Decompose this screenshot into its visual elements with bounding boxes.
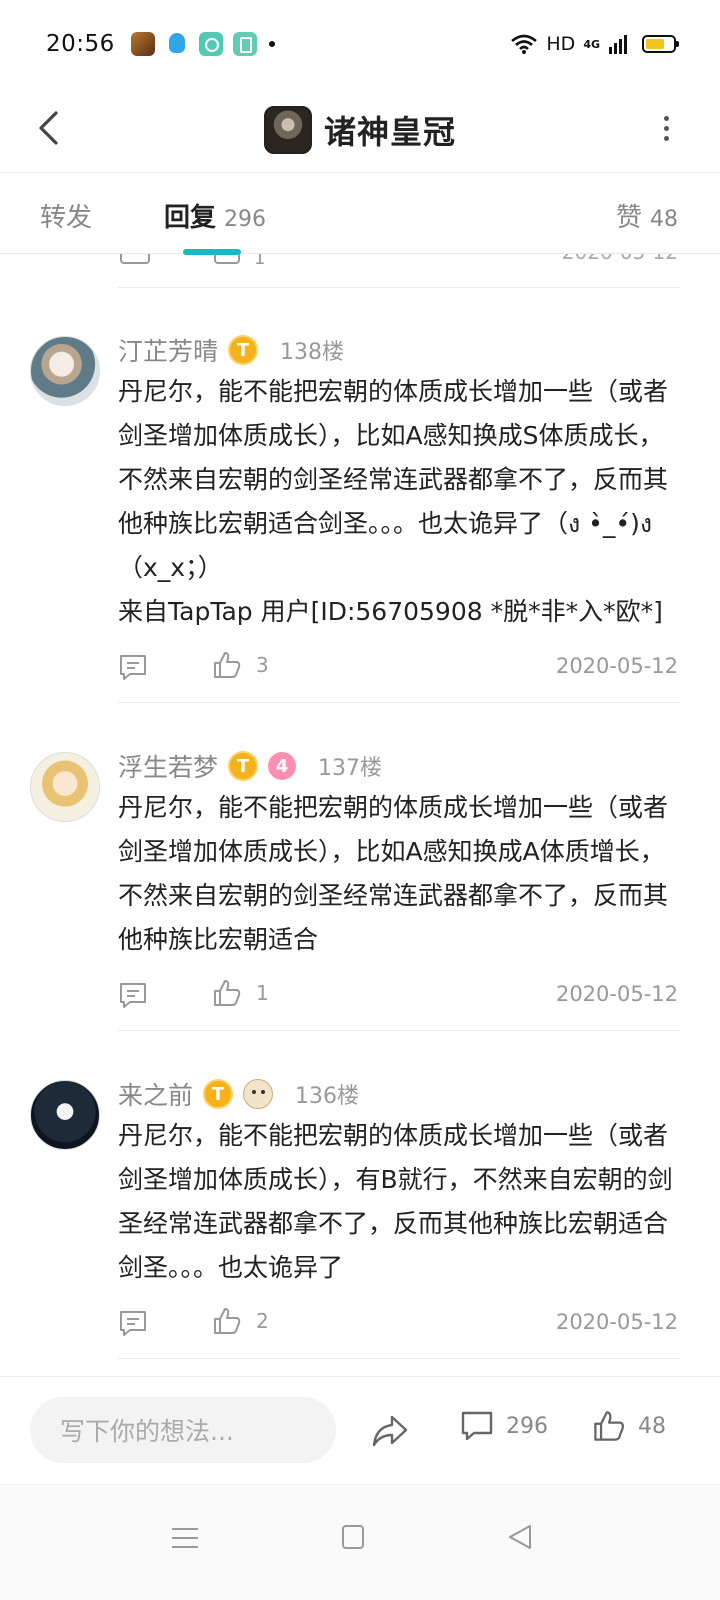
- signal-icon: [609, 35, 627, 54]
- comment-header: 汀芷芳晴 T 138楼: [118, 332, 344, 368]
- system-navigation-bar: [0, 1484, 720, 1600]
- level-badge-icon: T: [228, 751, 259, 781]
- title-group[interactable]: 诸神皇冠: [263, 106, 456, 154]
- game-logo-icon: [263, 106, 312, 154]
- avatar[interactable]: [30, 336, 100, 406]
- network-type: 4G: [583, 37, 600, 51]
- like-count: 1: [256, 981, 269, 1005]
- status-bar: 20:56 HD 4G: [0, 0, 720, 88]
- like-button[interactable]: 2: [212, 1306, 269, 1336]
- qq-icon: [165, 32, 189, 56]
- comment-date: 2020-05-12: [555, 982, 678, 1006]
- comment-author[interactable]: 汀芷芳晴: [118, 332, 218, 368]
- thumbs-up-icon: [214, 652, 241, 678]
- reply-icon[interactable]: [120, 254, 150, 264]
- floor-number: 136楼: [295, 1084, 360, 1109]
- hd-indicator: HD: [546, 33, 576, 55]
- tab-reply[interactable]: 回复 296: [164, 197, 266, 234]
- home-icon[interactable]: [342, 1525, 364, 1549]
- back-triangle-icon[interactable]: [506, 1523, 534, 1551]
- reply-count-button[interactable]: 296: [460, 1409, 548, 1443]
- divider: [118, 1358, 680, 1359]
- comment-actions: 3 2020-05-12: [118, 650, 678, 690]
- previous-comment-actions: 1 2020-05-12: [118, 254, 680, 288]
- tab-reply-label: 回复: [164, 203, 217, 233]
- comment-list[interactable]: 1 2020-05-12 汀芷芳晴 T 138楼 丹尼尔，能不能把宏朝的体质成长…: [0, 254, 720, 1376]
- tab-like-label: 赞: [615, 203, 642, 233]
- comment-input-placeholder: 写下你的想法...: [60, 1417, 234, 1446]
- comment-date: 2020-05-12: [555, 654, 678, 678]
- chevron-left-icon: [39, 111, 58, 145]
- comment-icon: [461, 1411, 493, 1441]
- more-options-button[interactable]: [654, 104, 678, 152]
- tab-like-count: 48: [650, 207, 678, 232]
- divider: [118, 1030, 680, 1031]
- comment-input[interactable]: 写下你的想法...: [30, 1397, 336, 1463]
- like-count: 2: [256, 1309, 269, 1333]
- status-indicators: HD 4G: [510, 33, 679, 55]
- game-app-icon: [130, 32, 155, 56]
- tab-bar: 转发 回复 296 赞 48: [0, 172, 720, 255]
- thumbs-up-icon[interactable]: 1: [214, 254, 265, 269]
- battery-icon: [642, 35, 679, 53]
- tab-like[interactable]: 赞 48: [616, 197, 678, 234]
- status-time: 20:56: [46, 31, 115, 57]
- tab-forward-label: 转发: [40, 203, 93, 233]
- thumbs-up-icon: [214, 1308, 241, 1334]
- like-button[interactable]: 1: [212, 978, 269, 1008]
- avatar[interactable]: [30, 1080, 100, 1150]
- notification-icons: [130, 32, 275, 56]
- thumbs-up-icon: [594, 1411, 625, 1441]
- floor-number: 138楼: [280, 340, 345, 365]
- wifi-icon: [511, 34, 538, 54]
- like-count: 3: [256, 653, 269, 677]
- comment-header: 浮生若梦 T 4 137楼: [118, 748, 382, 784]
- comment-header: 来之前 T 136楼: [118, 1076, 359, 1112]
- shop-app-icon: [232, 32, 257, 56]
- page-title: 诸神皇冠: [323, 113, 456, 151]
- comment-actions: 1 2020-05-12: [118, 978, 678, 1018]
- comment-author[interactable]: 来之前: [118, 1076, 193, 1112]
- pet-badge-icon: [243, 1079, 274, 1109]
- camera-app-icon: [198, 32, 223, 56]
- comment-date: 2020-05-12: [555, 1310, 678, 1334]
- avatar[interactable]: [30, 752, 100, 822]
- bottom-action-bar: 写下你的想法... 296 48: [0, 1376, 720, 1484]
- previous-comment-date: 2020-05-12: [562, 254, 678, 264]
- comment-text: 丹尼尔，能不能把宏朝的体质成长增加一些（或者剑圣增加体质成长），比如A感知换成S…: [118, 377, 669, 626]
- divider: [118, 702, 680, 703]
- reply-count: 296: [506, 1413, 548, 1439]
- reply-icon[interactable]: [118, 1308, 148, 1338]
- like-count-button[interactable]: 48: [592, 1409, 666, 1443]
- title-bar: 诸神皇冠: [0, 88, 720, 172]
- level-badge-icon: T: [203, 1079, 234, 1109]
- comment-text: 丹尼尔，能不能把宏朝的体质成长增加一些（或者剑圣增加体质成长），比如A感知换成A…: [118, 793, 669, 954]
- thumbs-up-icon: [214, 980, 241, 1006]
- tab-forward[interactable]: 转发: [40, 197, 92, 234]
- more-notifications-dot: [268, 41, 275, 47]
- floor-number: 137楼: [318, 756, 383, 781]
- back-button[interactable]: [28, 104, 68, 152]
- rank-badge-icon: 4: [268, 752, 297, 780]
- tab-reply-count: 296: [224, 207, 267, 232]
- comment-text: 丹尼尔，能不能把宏朝的体质成长增加一些（或者剑圣增加体质成长），有B就行，不然来…: [118, 1121, 673, 1282]
- like-count: 48: [638, 1413, 666, 1439]
- previous-like-count: 1: [254, 254, 266, 269]
- share-icon[interactable]: [370, 1411, 410, 1451]
- more-vertical-icon: [663, 115, 669, 121]
- comment-author[interactable]: 浮生若梦: [118, 748, 218, 784]
- reply-icon[interactable]: [118, 980, 148, 1010]
- like-button[interactable]: 3: [212, 650, 269, 680]
- level-badge-icon: T: [228, 335, 259, 365]
- menu-icon[interactable]: [172, 1525, 198, 1551]
- comment-actions: 2 2020-05-12: [118, 1306, 678, 1346]
- reply-icon[interactable]: [118, 652, 148, 682]
